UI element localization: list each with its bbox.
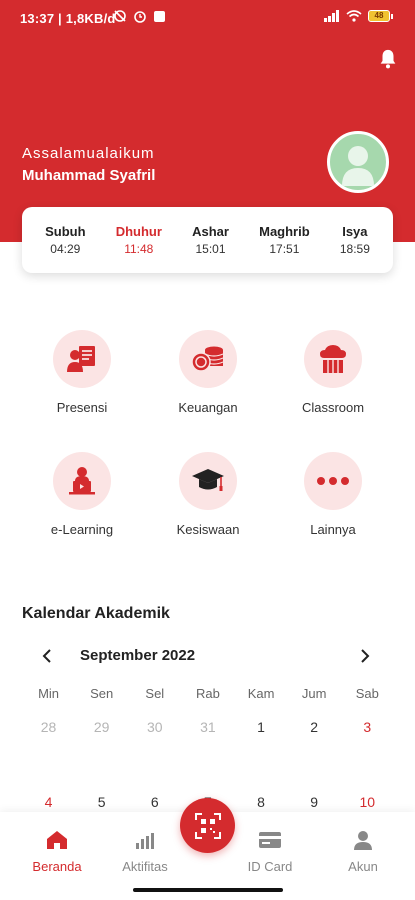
qr-scan-button[interactable] — [180, 798, 235, 853]
home-icon — [47, 831, 67, 849]
calendar-section-title: Kalendar Akademik — [22, 605, 170, 622]
nav-id-card[interactable]: ID Card — [230, 828, 310, 874]
prayer-time: 15:01 — [195, 242, 226, 256]
attendance-icon — [67, 346, 95, 372]
menu-lainnya[interactable]: Lainnya — [283, 452, 383, 537]
qr-code-icon — [194, 812, 221, 839]
status-bar: 13:37 | 1,8KB/d 48 — [0, 0, 415, 34]
user-silhouette-icon — [342, 146, 374, 186]
day-name: Sel — [145, 686, 165, 701]
prayer-isya: Isya 18:59 — [340, 224, 370, 256]
prayer-name: Isya — [342, 224, 368, 239]
calendar-day[interactable]: 29 — [75, 719, 128, 735]
menu-label: Presensi — [56, 400, 108, 415]
prayer-name: Maghrib — [259, 224, 310, 239]
prayer-time: 11:48 — [124, 242, 154, 256]
status-notification-icons — [113, 9, 166, 23]
calendar-day[interactable]: 4 — [22, 794, 75, 810]
nav-label: Beranda — [32, 859, 82, 874]
wifi-icon — [346, 10, 362, 22]
avatar[interactable] — [327, 131, 389, 193]
home-indicator — [133, 888, 283, 892]
calendar-prev-button[interactable] — [35, 644, 59, 668]
prayer-time: 04:29 — [50, 242, 81, 256]
day-name: Jum — [301, 686, 327, 701]
chevron-right-icon — [361, 649, 370, 663]
nav-beranda[interactable]: Beranda — [17, 828, 97, 874]
nav-aktifitas[interactable]: Aktifitas — [105, 828, 185, 874]
calendar-day[interactable]: 9 — [288, 794, 341, 810]
id-card-icon — [259, 832, 281, 848]
menu-icon-circle — [179, 330, 237, 388]
menu-icon-circle — [53, 330, 111, 388]
calendar-day[interactable]: 6 — [128, 794, 181, 810]
calendar-day[interactable]: 31 — [181, 719, 234, 735]
prayer-time: 17:51 — [269, 242, 300, 256]
graduation-cap-icon — [192, 469, 224, 491]
nav-akun[interactable]: Akun — [323, 828, 403, 874]
alarm-icon — [134, 11, 146, 23]
menu-label: Kesiswaan — [176, 522, 240, 537]
day-name: Kam — [247, 686, 275, 701]
calendar-next-button[interactable] — [353, 644, 377, 668]
menu-presensi[interactable]: Presensi — [32, 330, 132, 415]
calendar-day-names: Min Sen Sel Rab Kam Jum Sab — [22, 686, 394, 719]
menu-label: Lainnya — [310, 522, 356, 537]
menu-label: Keuangan — [178, 400, 238, 415]
calendar-day[interactable]: 28 — [22, 719, 75, 735]
calendar-day[interactable]: 3 — [341, 719, 394, 735]
calendar-week-row: 28 29 30 31 1 2 3 — [22, 719, 394, 764]
prayer-name: Ashar — [192, 224, 229, 239]
sync-icon — [114, 10, 126, 22]
user-name: Muhammad Syafril — [22, 167, 156, 184]
menu-classroom[interactable]: Classroom — [283, 330, 383, 415]
nav-label: Akun — [348, 859, 378, 874]
prayer-name: Subuh — [45, 224, 86, 239]
signal-icon — [324, 10, 339, 22]
menu-elearning[interactable]: e-Learning — [32, 452, 132, 537]
menu-icon-circle — [304, 452, 362, 510]
status-system-icons: 48 — [324, 10, 393, 22]
prayer-subuh: Subuh 04:29 — [45, 224, 85, 256]
header: 13:37 | 1,8KB/d 48 Assalamualaikum Muham… — [0, 0, 415, 242]
app-notification-icon — [154, 10, 165, 22]
calendar-day[interactable]: 5 — [75, 794, 128, 810]
nav-label: ID Card — [247, 859, 293, 874]
day-name: Sen — [90, 686, 114, 701]
prayer-maghrib: Maghrib 17:51 — [259, 224, 310, 256]
activity-chart-icon — [136, 833, 154, 849]
prayer-ashar: Ashar 15:01 — [192, 224, 229, 256]
menu-icon-circle — [179, 452, 237, 510]
menu-icon-circle — [304, 330, 362, 388]
nav-label: Aktifitas — [122, 859, 168, 874]
coins-icon — [191, 346, 224, 372]
day-name: Sab — [355, 686, 379, 701]
day-name: Min — [38, 686, 60, 701]
menu-label: Classroom — [301, 400, 365, 415]
menu-label: e-Learning — [50, 522, 114, 537]
battery-icon: 48 — [368, 10, 393, 22]
prayer-time: 18:59 — [339, 242, 370, 256]
status-time: 13:37 | 1,8KB/d — [20, 11, 116, 26]
calendar-day[interactable]: 1 — [235, 719, 288, 735]
calendar-day[interactable]: 8 — [235, 794, 288, 810]
chevron-left-icon — [42, 649, 51, 663]
menu-kesiswaan[interactable]: Kesiswaan — [158, 452, 258, 537]
prayer-name: Dhuhur — [115, 224, 162, 239]
prayer-times-card: Subuh 04:29 Dhuhur 11:48 Ashar 15:01 Mag… — [22, 207, 393, 273]
more-icon — [317, 477, 349, 485]
notification-bell-icon[interactable] — [377, 48, 399, 70]
greeting-text: Assalamualaikum — [22, 145, 155, 162]
calendar-day[interactable]: 10 — [341, 794, 394, 810]
calendar-day[interactable]: 30 — [128, 719, 181, 735]
calendar-month-label: September 2022 — [80, 647, 196, 664]
elearning-icon — [69, 467, 95, 495]
prayer-dhuhur: Dhuhur 11:48 — [116, 224, 162, 256]
menu-icon-circle — [53, 452, 111, 510]
calendar-day[interactable]: 2 — [288, 719, 341, 735]
classroom-icon — [320, 345, 346, 373]
day-name: Rab — [196, 686, 220, 701]
menu-keuangan[interactable]: Keuangan — [158, 330, 258, 415]
account-icon — [354, 831, 372, 850]
